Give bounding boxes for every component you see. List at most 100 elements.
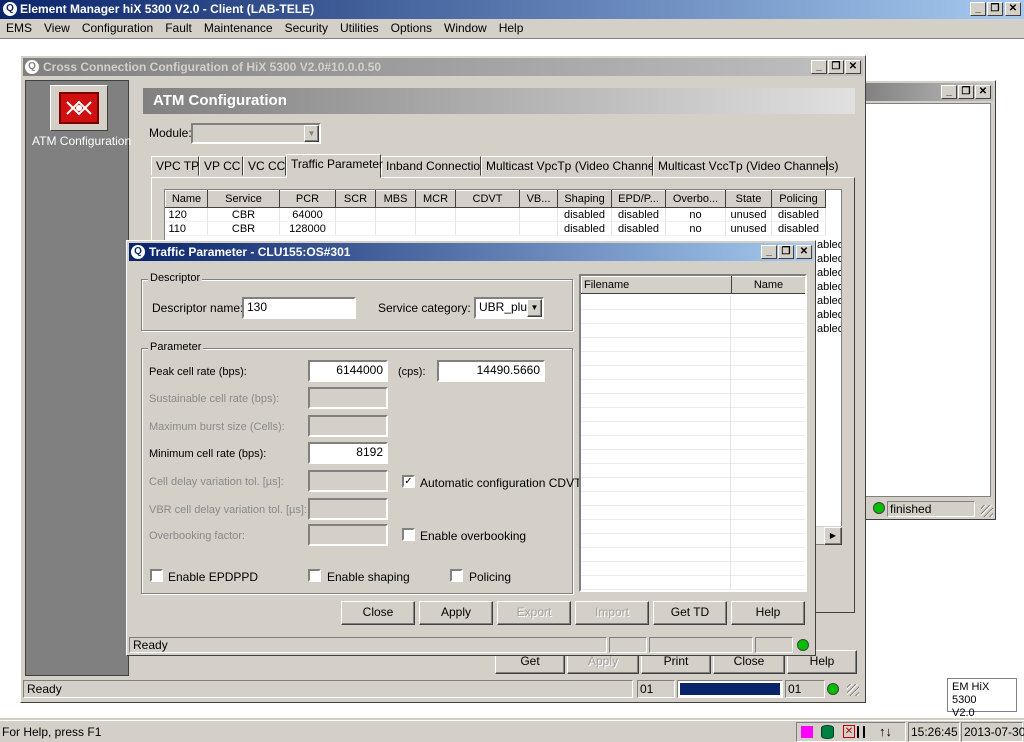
- bg-close-button[interactable]: ✕: [975, 85, 991, 99]
- col-file-name[interactable]: Name: [731, 276, 805, 294]
- bg-restore-button[interactable]: ❐: [958, 85, 974, 99]
- enable-epdppd-checkbox[interactable]: [150, 569, 163, 582]
- crossconn-titlebar[interactable]: Q Cross Connection Configuration of HiX …: [23, 58, 863, 76]
- background-window[interactable]: _ ❐ ✕ finished: [860, 80, 996, 520]
- auto-cdvt-checkbox[interactable]: ✓: [402, 475, 415, 488]
- file-table: Filename Name: [581, 276, 805, 294]
- connection-error-icon[interactable]: ✕: [843, 725, 855, 738]
- overbooking-input: [308, 524, 388, 546]
- service-category-dropdown-button[interactable]: ▼: [527, 299, 542, 317]
- traffic-parameter-dialog: Q Traffic Parameter - CLU155:OS#301 _ ❐ …: [126, 240, 816, 656]
- col-mbs[interactable]: MBS: [375, 190, 416, 208]
- tab-multicast-vcctp[interactable]: Multicast VccTp (Video Channels): [653, 156, 839, 176]
- crossconn-restore-button[interactable]: ❐: [828, 60, 844, 74]
- enable-overbooking-checkbox[interactable]: [402, 528, 415, 541]
- alarm-magenta-icon[interactable]: [801, 726, 813, 738]
- policing-checkbox[interactable]: [450, 569, 463, 582]
- menu-ems[interactable]: EMS: [0, 19, 38, 37]
- crossconn-header-title: ATM Configuration: [153, 92, 287, 109]
- tab-multicast-vpctp[interactable]: Multicast VpcTp (Video Channels): [481, 156, 667, 176]
- scroll-right-button[interactable]: ▶: [824, 527, 842, 545]
- descriptor-name-input[interactable]: 130: [242, 297, 356, 319]
- tab-inband-connection[interactable]: Inband Connection: [381, 156, 487, 176]
- transfer-arrows-icon[interactable]: ↑↓: [879, 724, 892, 739]
- tab-vpc-tp[interactable]: VPC TP: [151, 156, 199, 176]
- table-row[interactable]: 120 CBR 64000 disabled disabled no unuse…: [165, 207, 826, 222]
- menu-view[interactable]: View: [38, 19, 76, 37]
- col-mcr[interactable]: MCR: [415, 190, 456, 208]
- app-titlebar[interactable]: Q Element Manager hiX 5300 V2.0 - Client…: [0, 0, 1024, 19]
- module-select[interactable]: ▼: [191, 123, 321, 144]
- atm-config-nav-button[interactable]: [50, 85, 108, 131]
- col-vb[interactable]: VB...: [519, 190, 558, 208]
- col-policing[interactable]: Policing: [771, 190, 826, 208]
- crossconn-resize-grip[interactable]: [847, 684, 859, 696]
- service-category-select[interactable]: UBR_plus ▼: [474, 297, 544, 319]
- help-hint: For Help, press F1: [2, 725, 102, 739]
- menu-fault[interactable]: Fault: [159, 19, 198, 37]
- version-badge-line2: V2.0: [952, 707, 975, 719]
- dialog-get-td-button[interactable]: Get TD: [653, 601, 727, 625]
- menu-configuration[interactable]: Configuration: [76, 19, 159, 37]
- pause-icon[interactable]: [857, 726, 865, 738]
- menu-window[interactable]: Window: [438, 19, 493, 37]
- cell-scr: [335, 221, 376, 236]
- menu-help[interactable]: Help: [493, 19, 530, 37]
- dialog-help-button[interactable]: Help: [731, 601, 805, 625]
- dialog-export-button[interactable]: Export: [497, 601, 571, 625]
- tab-vp-cc[interactable]: VP CC: [199, 156, 243, 176]
- col-state[interactable]: State: [725, 190, 772, 208]
- menu-security[interactable]: Security: [279, 19, 334, 37]
- pcr-input[interactable]: 6144000: [308, 360, 388, 382]
- cps-input[interactable]: 14490.5660: [437, 360, 545, 382]
- dialog-close-button[interactable]: ✕: [796, 245, 812, 259]
- dialog-import-button[interactable]: Import: [575, 601, 649, 625]
- file-table-divider: [730, 296, 731, 590]
- auto-cdvt-label: Automatic configuration CDVT: [420, 476, 582, 490]
- atm-config-nav-label[interactable]: ATM Configuration: [32, 134, 131, 148]
- dialog-apply-button[interactable]: Apply: [419, 601, 493, 625]
- col-overbooking[interactable]: Overbo...: [665, 190, 726, 208]
- app-logo-icon: Q: [3, 2, 17, 16]
- col-pcr[interactable]: PCR: [279, 190, 336, 208]
- bg-resize-grip[interactable]: [981, 505, 993, 517]
- dialog-minimize-button[interactable]: _: [761, 245, 777, 259]
- tab-traffic-parameter[interactable]: Traffic Parameter: [286, 154, 383, 178]
- col-service[interactable]: Service: [207, 190, 280, 208]
- tab-vc-cc[interactable]: VC CC: [243, 156, 286, 176]
- menu-maintenance[interactable]: Maintenance: [198, 19, 279, 37]
- dialog-close-action-button[interactable]: Close: [341, 601, 415, 625]
- cell-mbs: [375, 207, 416, 222]
- app-restore-button[interactable]: ❐: [987, 2, 1003, 16]
- menu-utilities[interactable]: Utilities: [334, 19, 385, 37]
- app-close-button[interactable]: ✕: [1005, 2, 1021, 16]
- cell-name: 110: [165, 221, 208, 236]
- col-filename[interactable]: Filename: [581, 276, 732, 294]
- hidden-policing-4: abled: [817, 295, 842, 307]
- dialog-titlebar[interactable]: Q Traffic Parameter - CLU155:OS#301: [129, 243, 813, 261]
- parameter-group: Parameter Peak cell rate (bps): 6144000 …: [141, 341, 581, 594]
- cell-pcr: 128000: [279, 221, 336, 236]
- bg-status-led: [873, 502, 885, 514]
- table-row[interactable]: 110 CBR 128000 disabled disabled no unus…: [165, 221, 826, 236]
- bg-minimize-button[interactable]: _: [941, 85, 957, 99]
- module-dropdown-button[interactable]: ▼: [304, 125, 319, 142]
- col-shaping[interactable]: Shaping: [557, 190, 612, 208]
- col-cdvt[interactable]: CDVT: [455, 190, 520, 208]
- cell-overbooking: no: [665, 221, 726, 236]
- cell-service: CBR: [207, 221, 280, 236]
- crossconn-minimize-button[interactable]: _: [811, 60, 827, 74]
- traffic-table: Name Service PCR SCR MBS MCR CDVT VB... …: [165, 190, 826, 236]
- database-icon[interactable]: [821, 725, 834, 739]
- mcr-input[interactable]: 8192: [308, 442, 388, 464]
- menu-options[interactable]: Options: [385, 19, 438, 37]
- app-minimize-button[interactable]: _: [970, 2, 986, 16]
- dialog-restore-button[interactable]: ❐: [778, 245, 794, 259]
- crossconn-close-button[interactable]: ✕: [845, 60, 861, 74]
- enable-shaping-checkbox[interactable]: [308, 569, 321, 582]
- cell-mcr: [415, 207, 456, 222]
- col-scr[interactable]: SCR: [335, 190, 376, 208]
- col-epd[interactable]: EPD/P...: [611, 190, 666, 208]
- crossconn-status-text: Ready: [23, 680, 633, 698]
- col-name[interactable]: Name: [165, 190, 208, 208]
